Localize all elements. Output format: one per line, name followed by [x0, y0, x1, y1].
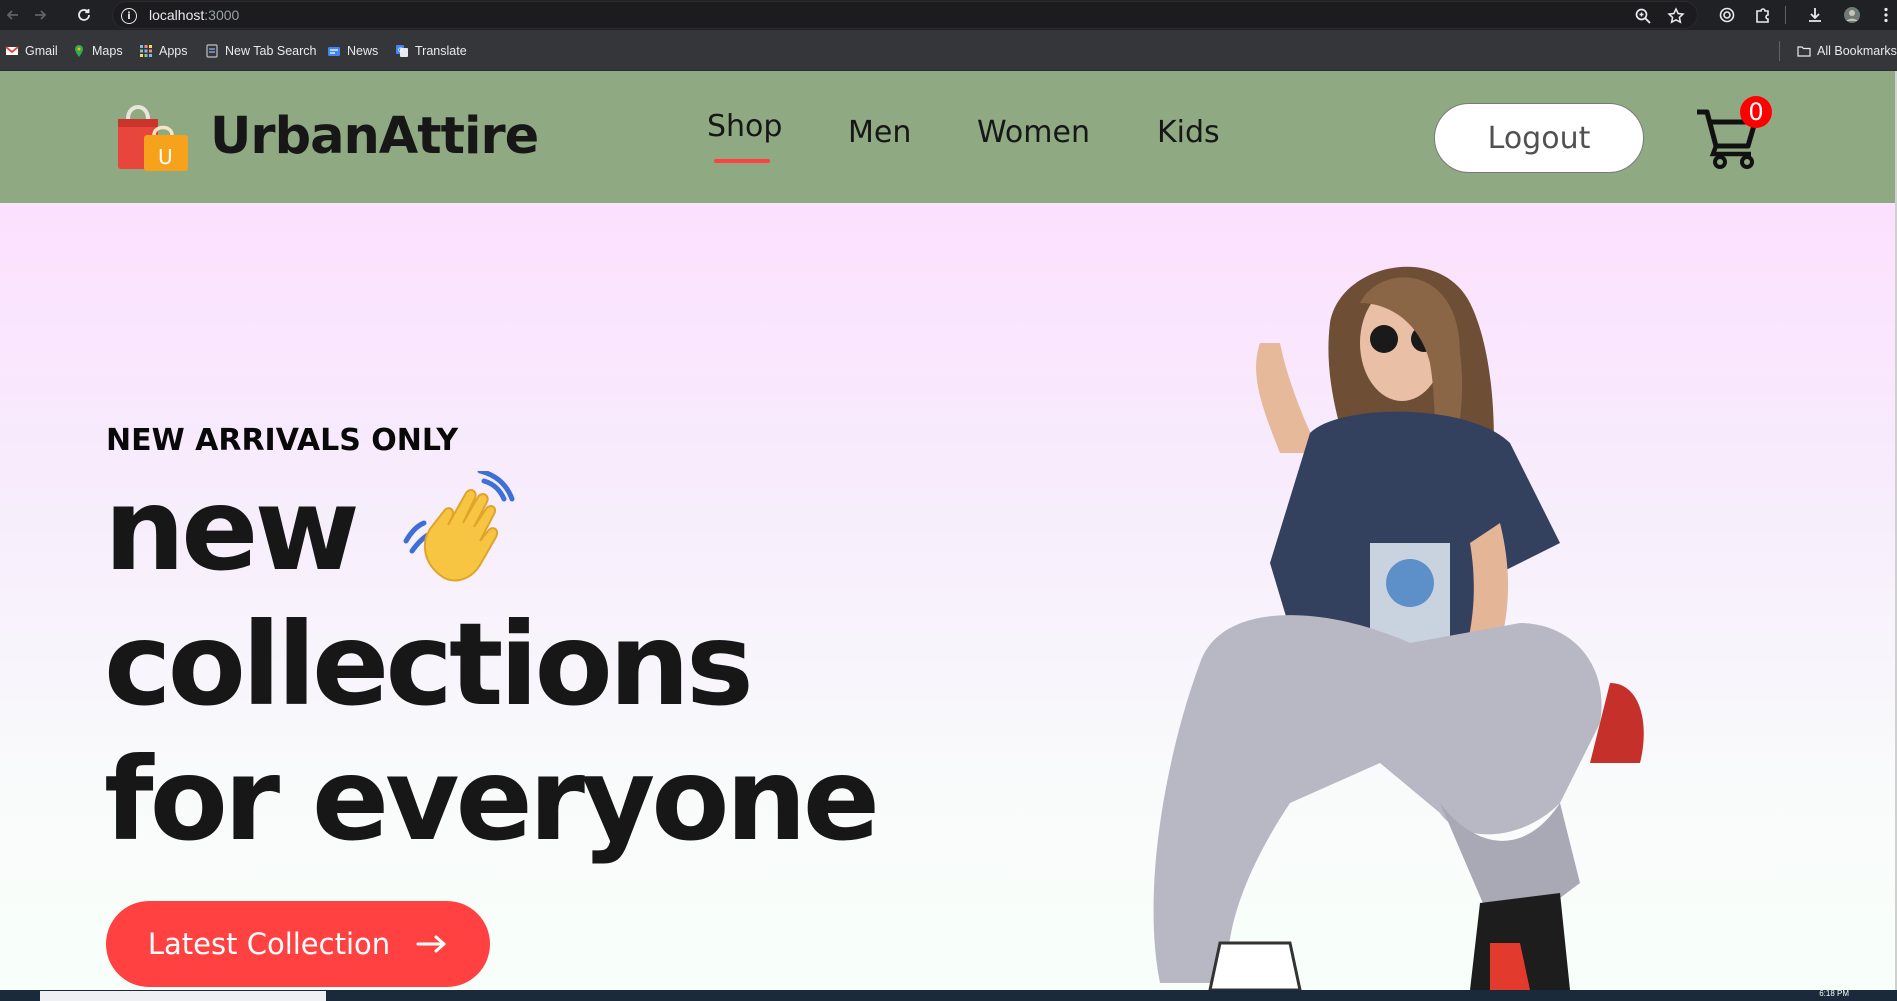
- taskbar-preview-thumbnail[interactable]: [40, 991, 326, 1001]
- hero-model-image: [1153, 266, 1644, 990]
- bookmarks-bar: Gmail Maps Apps New Tab Search News G Tr…: [0, 30, 1897, 71]
- extension-icon[interactable]: [1716, 4, 1738, 26]
- toolbar-divider: [1785, 6, 1786, 24]
- folder-icon: [1797, 46, 1811, 57]
- bookmark-maps[interactable]: Maps: [72, 41, 123, 61]
- latest-collection-button[interactable]: Latest Collection: [106, 901, 490, 987]
- info-icon[interactable]: i: [121, 8, 137, 24]
- star-icon[interactable]: [1666, 6, 1686, 26]
- hero-headline-line-2: collections: [104, 598, 754, 731]
- bookmark-translate[interactable]: G Translate: [395, 41, 467, 61]
- nav-women[interactable]: Women: [977, 115, 1090, 150]
- svg-text:U: U: [158, 145, 173, 169]
- bookmark-new-tab-search[interactable]: New Tab Search: [205, 41, 317, 61]
- waving-hand-icon: [403, 471, 515, 582]
- bookmark-label: News: [347, 44, 379, 58]
- bookmark-label: All Bookmarks: [1817, 44, 1897, 58]
- browser-toolbar: i localhost:3000: [0, 0, 1897, 30]
- reload-icon[interactable]: [73, 4, 95, 26]
- page-icon: [206, 44, 218, 58]
- forward-icon[interactable]: [29, 4, 51, 26]
- kebab-menu-icon[interactable]: [1875, 4, 1897, 26]
- site-navbar: U UrbanAttire Shop Men Women Kids Logout…: [0, 71, 1897, 203]
- nav-shop[interactable]: Shop: [707, 109, 782, 144]
- bookmark-label: Gmail: [25, 44, 58, 58]
- apps-grid-icon: [140, 45, 152, 57]
- cta-label: Latest Collection: [147, 927, 391, 961]
- url-text[interactable]: localhost:3000: [149, 7, 239, 23]
- back-icon[interactable]: [2, 4, 24, 26]
- profile-icon[interactable]: [1841, 4, 1863, 26]
- bookmark-label: New Tab Search: [225, 44, 317, 58]
- taskbar-clock: 6:18 PM: [1819, 989, 1849, 998]
- news-icon: [328, 47, 340, 56]
- bookmark-label: Maps: [92, 44, 123, 58]
- os-taskbar: 6:18 PM: [0, 989, 1897, 1001]
- puzzle-icon[interactable]: [1752, 4, 1774, 26]
- address-bar[interactable]: i localhost:3000: [112, 1, 1698, 29]
- hero-headline-line-3: for everyone: [104, 733, 880, 866]
- bookmark-all-bookmarks[interactable]: All Bookmarks: [1797, 41, 1897, 61]
- bookmarks-divider: [1779, 41, 1780, 61]
- bookmark-label: Apps: [159, 44, 188, 58]
- bookmark-news[interactable]: News: [327, 41, 378, 61]
- bookmark-apps[interactable]: Apps: [139, 41, 188, 61]
- bookmark-gmail[interactable]: Gmail: [5, 41, 58, 61]
- logout-button[interactable]: Logout: [1434, 103, 1644, 173]
- svg-text:G: G: [398, 47, 403, 54]
- bookmark-label: Translate: [415, 44, 467, 58]
- brand-name[interactable]: UrbanAttire: [210, 107, 539, 166]
- cart-count-badge: 0: [1740, 96, 1772, 128]
- nav-kids[interactable]: Kids: [1157, 115, 1220, 150]
- gmail-icon: [5, 46, 19, 55]
- hero-headline-line-1: new: [104, 463, 360, 596]
- shopping-bag-logo-icon[interactable]: U: [114, 99, 190, 175]
- translate-icon: G: [396, 45, 408, 57]
- download-icon[interactable]: [1804, 4, 1826, 26]
- arrow-right-icon: [416, 935, 446, 953]
- nav-men[interactable]: Men: [848, 115, 911, 150]
- zoom-icon[interactable]: [1633, 6, 1653, 26]
- maps-icon: [75, 45, 83, 57]
- hero-eyebrow: NEW ARRIVALS ONLY: [106, 423, 459, 458]
- hero-section: NEW ARRIVALS ONLY new collections for ev…: [0, 203, 1897, 990]
- active-nav-indicator: [714, 159, 770, 163]
